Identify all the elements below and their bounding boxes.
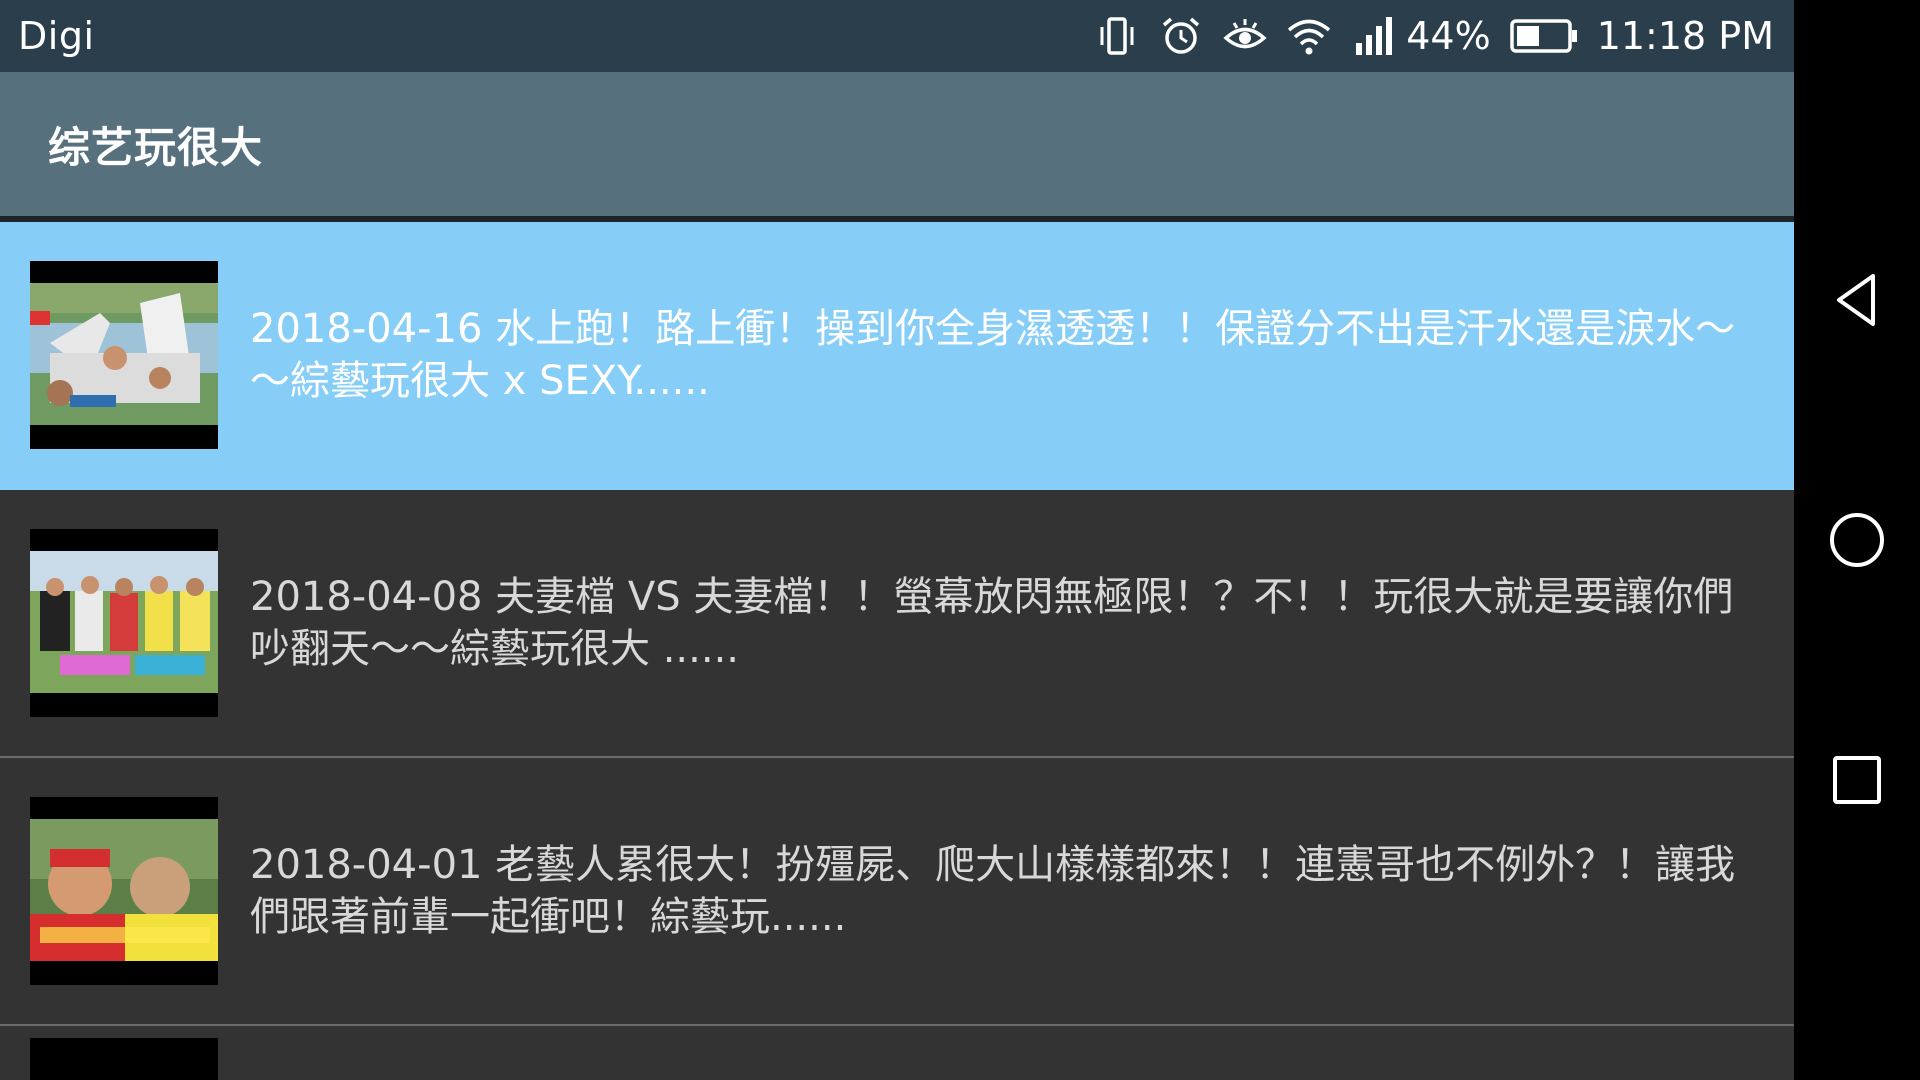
video-title: 2018-04-01 老藝人累很大！扮殭屍、爬大山樣樣都來！！連憲哥也不例外？！… — [250, 842, 1736, 940]
video-list-item[interactable]: 2018-04-01 老藝人累很大！扮殭屍、爬大山樣樣都來！！連憲哥也不例外？！… — [0, 758, 1794, 1026]
battery-icon — [1509, 16, 1579, 56]
app-root: Digi 44% 11:18 PM 综艺玩很大 2018-04-16 水上跑！路… — [0, 0, 1920, 1080]
battery-percent: 44% — [1406, 14, 1491, 58]
home-button[interactable] — [1827, 510, 1887, 570]
back-icon — [1837, 274, 1875, 326]
video-thumbnail — [30, 797, 218, 985]
video-list-item[interactable]: 2018-04-16 水上跑！路上衝！操到你全身濕透透！！保證分不出是汗水還是淚… — [0, 222, 1794, 490]
back-button[interactable] — [1827, 270, 1887, 330]
video-list-item[interactable] — [0, 1026, 1794, 1080]
navigation-bar — [1794, 0, 1920, 1080]
wifi-icon — [1286, 13, 1332, 59]
carrier-name: Digi — [18, 14, 95, 58]
video-thumbnail — [30, 261, 218, 449]
recent-apps-icon — [1833, 756, 1881, 804]
eye-comfort-icon — [1222, 13, 1268, 59]
alarm-icon — [1158, 13, 1204, 59]
clock: 11:18 PM — [1596, 14, 1774, 58]
video-title: 2018-04-16 水上跑！路上衝！操到你全身濕透透！！保證分不出是汗水還是淚… — [250, 306, 1736, 404]
signal-icon — [1350, 13, 1396, 59]
video-thumbnail — [30, 1038, 218, 1080]
video-list-item[interactable]: 2018-04-08 夫妻檔 VS 夫妻檔！！螢幕放閃無極限！？不！！玩很大就是… — [0, 490, 1794, 758]
screen: Digi 44% 11:18 PM 综艺玩很大 2018-04-16 水上跑！路… — [0, 0, 1794, 1080]
home-icon — [1830, 513, 1884, 567]
vibrate-icon — [1094, 13, 1140, 59]
app-title: 综艺玩很大 — [48, 122, 264, 172]
recent-apps-button[interactable] — [1827, 750, 1887, 810]
app-bar: 综艺玩很大 — [0, 72, 1794, 216]
status-icons: 44% 11:18 PM — [1094, 13, 1774, 59]
video-thumbnail — [30, 529, 218, 717]
video-title: 2018-04-08 夫妻檔 VS 夫妻檔！！螢幕放閃無極限！？不！！玩很大就是… — [250, 574, 1734, 672]
status-bar: Digi 44% 11:18 PM — [0, 0, 1794, 72]
video-list: 2018-04-16 水上跑！路上衝！操到你全身濕透透！！保證分不出是汗水還是淚… — [0, 222, 1794, 1080]
